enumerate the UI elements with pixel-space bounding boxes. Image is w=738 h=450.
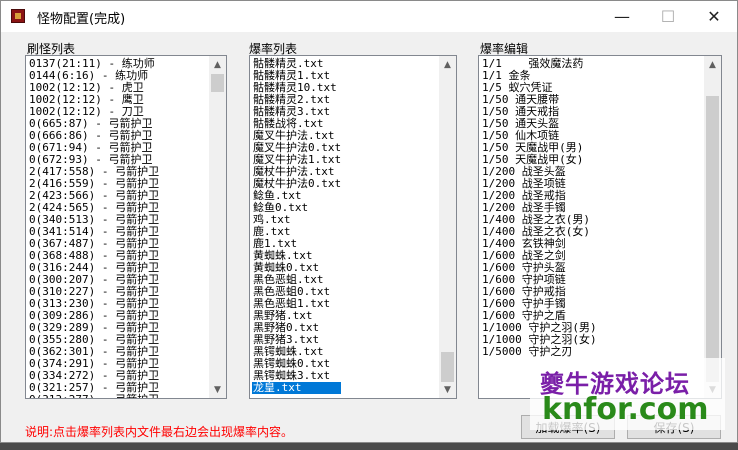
drop-list-scrollbar[interactable]: ▲ ▼ xyxy=(439,56,456,398)
scroll-thumb[interactable] xyxy=(211,74,224,92)
drop-list-items: 骷髅精灵.txt 骷髅精灵1.txt 骷髅精灵10.txt 骷髅精灵2.txt 骷髅精灵… xyxy=(252,58,342,394)
maximize-button[interactable]: ☐ xyxy=(645,1,691,32)
spawn-list-scrollbar[interactable]: ▲ ▼ xyxy=(209,56,226,398)
scroll-up-arrow-icon[interactable]: ▲ xyxy=(209,56,226,73)
scroll-down-arrow-icon[interactable]: ▼ xyxy=(209,381,226,398)
notice-text: 说明:点击爆率列表内文件最右边会出现爆率内容。 xyxy=(25,425,294,439)
spawn-list-items: 0137(21:11) - 练功师 0144(6:16) - 练功师 1002(12… xyxy=(28,58,159,399)
scroll-up-arrow-icon[interactable]: ▲ xyxy=(704,56,721,73)
window-title: 怪物配置(完成) xyxy=(37,12,126,27)
drop-list-item[interactable]: 龙皇.txt xyxy=(252,382,342,394)
spawn-listbox[interactable]: 0137(21:11) - 练功师 0144(6:16) - 练功师 1002(12… xyxy=(25,55,227,399)
spawn-list-item[interactable]: 0(313:277) - 弓箭护卫 xyxy=(28,394,159,399)
scroll-up-arrow-icon[interactable]: ▲ xyxy=(439,56,456,73)
scroll-thumb[interactable] xyxy=(441,352,454,382)
site-watermark: 夔牛游戏论坛 knfor.com xyxy=(530,358,725,430)
minimize-button[interactable]: — xyxy=(599,1,645,32)
watermark-url: knfor.com xyxy=(542,392,709,427)
scroll-down-arrow-icon[interactable]: ▼ xyxy=(439,381,456,398)
drop-listbox[interactable]: 骷髅精灵.txt 骷髅精灵1.txt 骷髅精灵10.txt 骷髅精灵2.txt 骷髅精灵… xyxy=(249,55,457,399)
drop-editor-textarea[interactable]: 1/1 强效魔法药 1/1 金条 1/5 蚁穴凭证 1/50 通天腰带 1/50 通天戒… xyxy=(478,55,722,399)
app-icon xyxy=(11,9,25,23)
drop-editor-scrollbar[interactable]: ▲ ▼ xyxy=(704,56,721,398)
drop-editor-lines: 1/1 强效魔法药 1/1 金条 1/5 蚁穴凭证 1/50 通天腰带 1/50 通天戒… xyxy=(481,58,597,358)
background-statusbar xyxy=(0,443,738,450)
scroll-thumb[interactable] xyxy=(706,96,719,382)
title-bar: 怪物配置(完成) — ☐ ✕ xyxy=(1,1,737,32)
drop-editor-line[interactable]: 1/5000 守护之刃 xyxy=(481,346,597,358)
close-button[interactable]: ✕ xyxy=(691,1,737,32)
